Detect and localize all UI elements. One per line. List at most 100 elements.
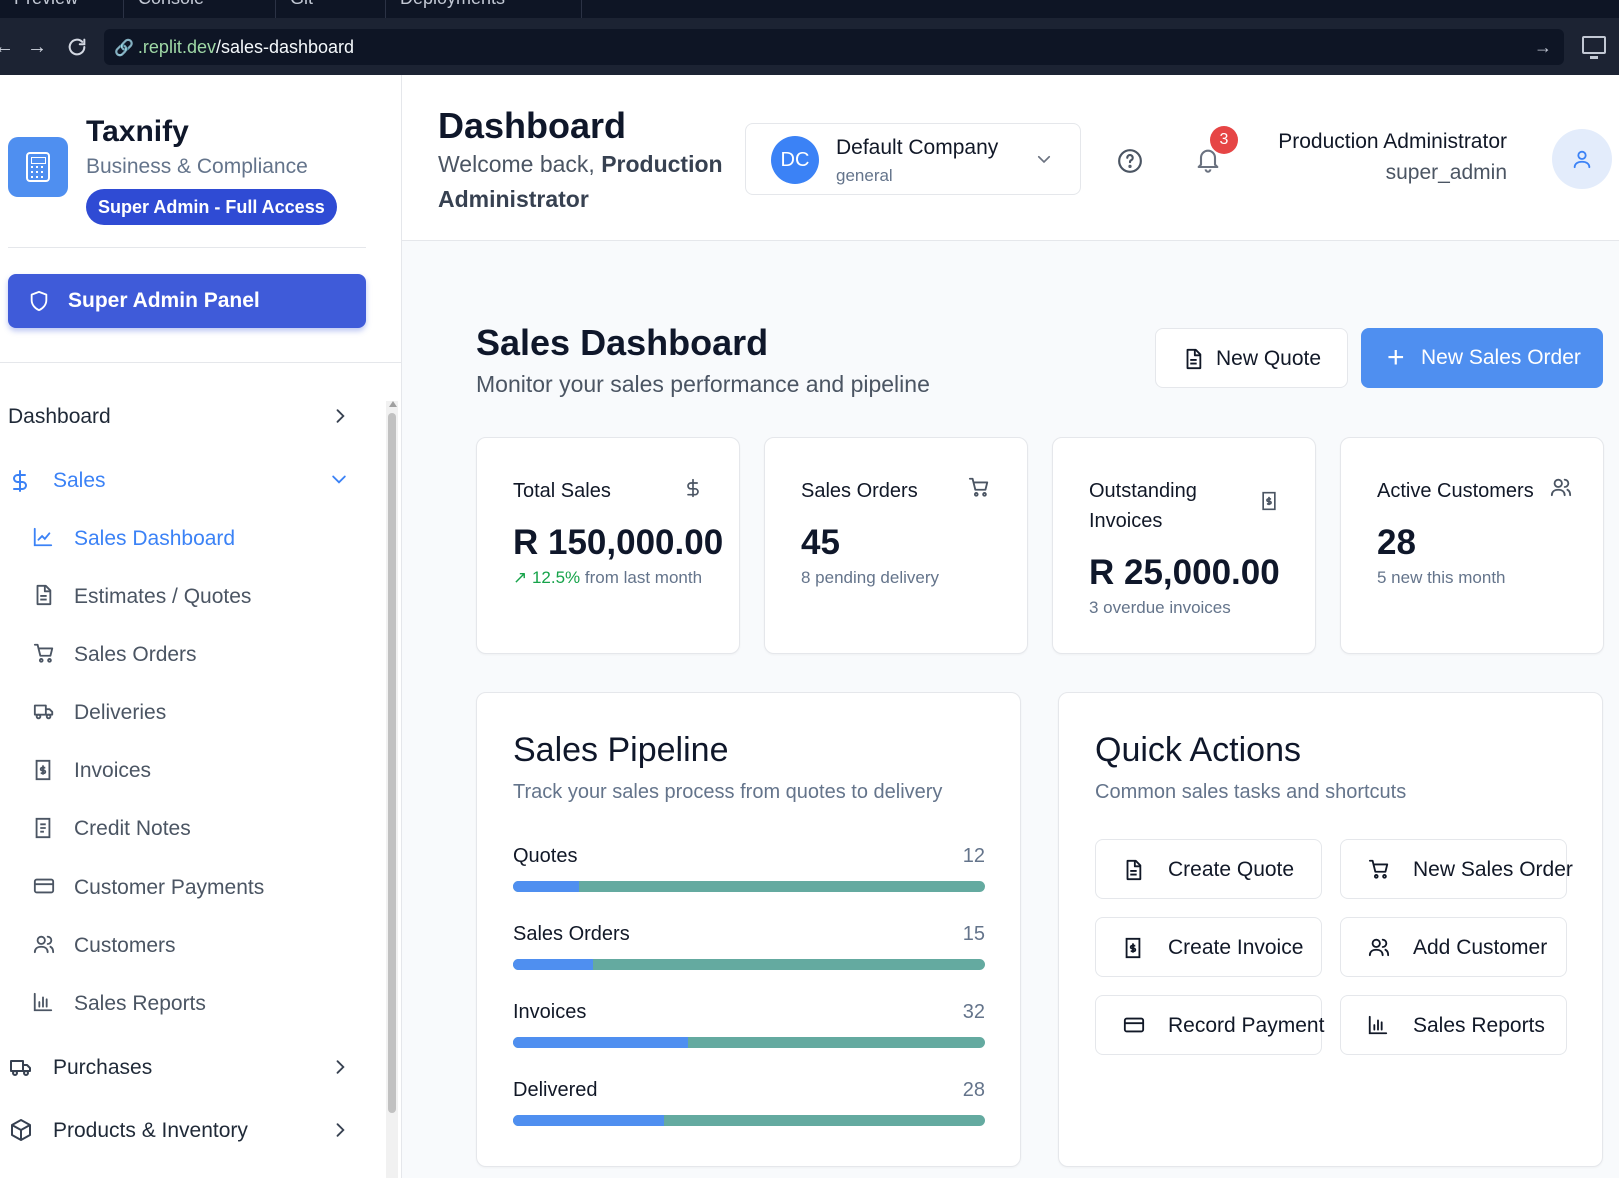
tab-preview[interactable]: Preview xyxy=(0,0,124,18)
user-role: super_admin xyxy=(1385,161,1507,184)
file-text-icon xyxy=(1126,859,1142,881)
chevron-down-icon xyxy=(1034,150,1054,173)
stat-card-total-sales: Total Sales R 150,000.00 ↗ 12.5% from la… xyxy=(476,437,740,654)
url-bar[interactable]: 🔗 .replit.dev/sales-dashboard → xyxy=(104,29,1564,65)
company-avatar: DC xyxy=(771,136,819,184)
chevron-right-icon xyxy=(330,1119,350,1147)
trend-up-icon: ↗ xyxy=(513,568,532,587)
cart-icon xyxy=(1368,859,1389,879)
dollar-icon xyxy=(683,476,703,505)
receipt-icon xyxy=(32,816,56,840)
brand-subtitle: Business & Compliance xyxy=(86,155,308,178)
new-sales-order-button[interactable]: + New Sales Order xyxy=(1361,328,1603,388)
progress-fill xyxy=(513,881,580,892)
users-icon xyxy=(32,933,56,957)
invoice-icon xyxy=(1125,937,1141,959)
sidebar-item-deliveries[interactable]: Deliveries xyxy=(0,701,380,727)
record-payment-button[interactable]: Record Payment xyxy=(1095,995,1324,1055)
company-type: general xyxy=(836,166,893,185)
quick-actions-card: Quick Actions Common sales tasks and sho… xyxy=(1058,692,1603,1167)
user-icon xyxy=(1573,150,1591,169)
sidebar-item-invoices[interactable]: Invoices xyxy=(0,759,380,785)
company-selector[interactable]: DC Default Company general xyxy=(745,123,1081,195)
top-header: Dashboard Welcome back, Production Admin… xyxy=(402,75,1619,241)
chevron-right-icon xyxy=(330,405,350,433)
scroll-up-arrow-icon[interactable] xyxy=(389,401,397,407)
browser-chrome: Preview Console Git Deployments ← → 🔗.re… xyxy=(0,0,1619,75)
progress-bar xyxy=(513,1037,985,1048)
sidebar-item-credit-notes[interactable]: Credit Notes xyxy=(0,817,380,843)
sidebar-item-sales-orders[interactable]: Sales Orders xyxy=(0,643,380,669)
line-chart-icon xyxy=(32,526,56,550)
file-text-icon xyxy=(32,584,56,608)
new-quote-button[interactable]: New Quote xyxy=(1155,328,1348,388)
sidebar-item-estimates-quotes[interactable]: Estimates / Quotes xyxy=(0,584,380,611)
progress-fill xyxy=(513,1037,688,1048)
sales-pipeline-card: Sales Pipeline Track your sales process … xyxy=(476,692,1021,1167)
credit-card-icon xyxy=(1123,1017,1145,1033)
divider xyxy=(8,247,366,248)
sidebar: Taxnify Business & Compliance Super Admi… xyxy=(0,75,402,1178)
company-name: Default Company xyxy=(836,136,999,159)
access-badge: Super Admin - Full Access xyxy=(86,189,337,225)
truck-icon xyxy=(8,1055,32,1079)
back-arrow-icon[interactable]: ← xyxy=(0,36,14,58)
add-customer-button[interactable]: Add Customer xyxy=(1340,917,1567,977)
cart-icon xyxy=(32,642,56,666)
tab-deployments[interactable]: Deployments xyxy=(386,0,582,18)
sidebar-item-sales-reports[interactable]: Sales Reports xyxy=(0,992,380,1018)
browser-tab-strip: Preview Console Git Deployments xyxy=(0,0,1619,18)
chevron-down-icon xyxy=(328,469,350,495)
user-name: Production Administrator xyxy=(1278,130,1507,153)
calculator-icon xyxy=(8,137,68,197)
tab-console[interactable]: Console xyxy=(124,0,276,18)
bar-chart-icon xyxy=(32,991,56,1015)
sidebar-item-customers[interactable]: Customers xyxy=(0,934,380,960)
cart-icon xyxy=(967,476,991,503)
sales-reports-button[interactable]: Sales Reports xyxy=(1340,995,1567,1055)
truck-icon xyxy=(32,700,56,724)
invoice-icon xyxy=(1259,490,1279,517)
progress-bar xyxy=(513,881,985,892)
stat-card-outstanding-invoices: Outstanding Invoices R 25,000.00 3 overd… xyxy=(1052,437,1316,654)
invoice-icon xyxy=(32,758,56,782)
sidebar-item-sales-dashboard[interactable]: Sales Dashboard xyxy=(0,527,380,553)
sidebar-item-sales[interactable]: Sales xyxy=(0,469,380,495)
chevron-right-icon xyxy=(330,1056,350,1084)
welcome-message: Welcome back, Production Administrator xyxy=(438,151,723,212)
monitor-icon[interactable] xyxy=(1582,36,1606,59)
sidebar-item-products-inventory[interactable]: Products & Inventory xyxy=(0,1119,380,1145)
address-row: ← → 🔗 .replit.dev/sales-dashboard → xyxy=(0,28,1619,68)
sidebar-item-dashboard[interactable]: Dashboard xyxy=(0,405,380,431)
forward-arrow-icon[interactable]: → xyxy=(27,36,47,58)
stat-card-sales-orders: Sales Orders 45 8 pending delivery xyxy=(764,437,1028,654)
file-text-icon xyxy=(1186,348,1202,370)
brand-name: Taxnify xyxy=(86,115,189,148)
sidebar-item-customer-payments[interactable]: Customer Payments xyxy=(0,876,380,902)
create-invoice-button[interactable]: Create Invoice xyxy=(1095,917,1322,977)
tab-git[interactable]: Git xyxy=(276,0,386,18)
progress-bar xyxy=(513,959,985,970)
help-circle-icon[interactable] xyxy=(1117,148,1143,179)
stat-card-active-customers: Active Customers 28 5 new this month xyxy=(1340,437,1604,654)
new-sales-order-quick-button[interactable]: New Sales Order xyxy=(1340,839,1573,899)
sidebar-item-purchases[interactable]: Purchases xyxy=(0,1056,380,1082)
users-icon xyxy=(1549,476,1573,503)
super-admin-panel-button[interactable]: Super Admin Panel xyxy=(8,274,366,328)
sales-dashboard-title: Sales Dashboard xyxy=(476,322,769,363)
sidebar-scroll-thumb[interactable] xyxy=(388,413,396,1113)
users-icon xyxy=(1368,938,1390,957)
shield-icon xyxy=(30,290,48,312)
create-quote-button[interactable]: Create Quote xyxy=(1095,839,1322,899)
plus-icon: + xyxy=(1387,341,1405,374)
avatar[interactable] xyxy=(1552,129,1612,189)
bar-chart-icon xyxy=(1368,1015,1388,1035)
box-icon xyxy=(8,1118,32,1142)
notification-badge: 3 xyxy=(1210,126,1238,154)
credit-card-icon xyxy=(32,875,56,899)
progress-bar xyxy=(513,1115,985,1126)
link-icon: 🔗 xyxy=(114,40,134,57)
go-arrow-icon[interactable]: → xyxy=(1534,29,1552,65)
reload-icon[interactable] xyxy=(66,36,88,63)
sales-dashboard-subtitle: Monitor your sales performance and pipel… xyxy=(476,371,930,397)
